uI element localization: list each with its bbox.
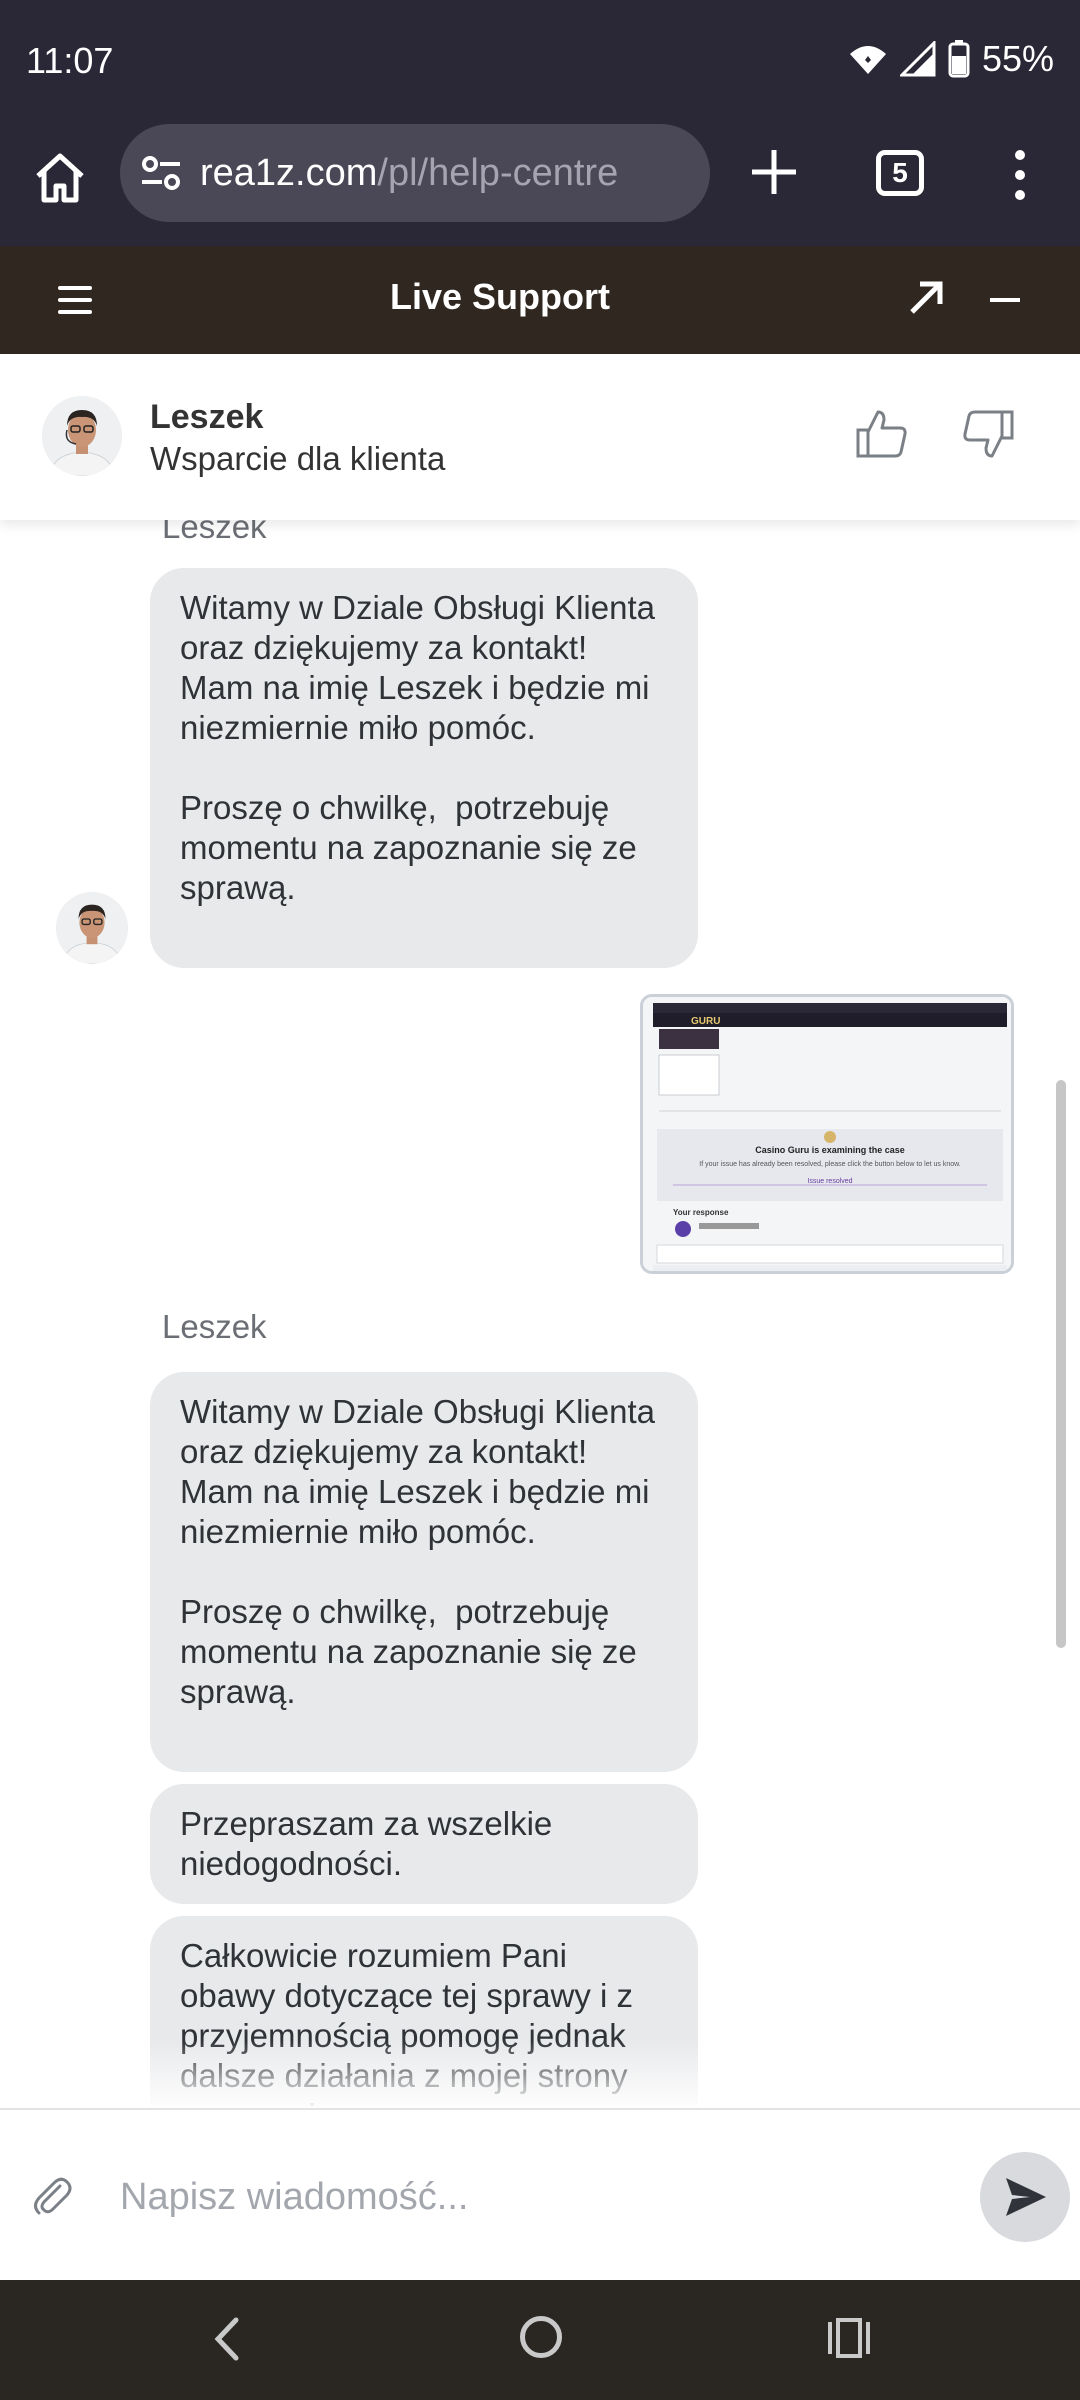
agent-message: Witamy w Dziale Obsługi Klienta oraz dzi… [150, 1372, 698, 1772]
site-settings-icon[interactable] [140, 152, 182, 194]
address-bar[interactable]: rea1z.com/pl/help-centre [120, 124, 710, 222]
battery-icon [948, 40, 970, 78]
agent-header: Leszek Wsparcie dla klienta [0, 354, 1080, 520]
battery-percent: 55% [981, 38, 1054, 79]
agent-message: Witamy w Dziale Obsługi Klienta oraz dzi… [150, 568, 698, 968]
system-nav-bar [0, 2280, 1080, 2400]
message-input[interactable] [120, 2162, 940, 2232]
agent-role: Wsparcie dla klienta [150, 440, 446, 477]
url-text: rea1z.com/pl/help-centre [200, 152, 618, 195]
new-tab-icon[interactable] [748, 146, 800, 198]
live-support-header: Live Support [0, 246, 1080, 354]
thumbs-down-icon[interactable] [960, 406, 1016, 462]
attach-icon[interactable] [30, 2174, 74, 2218]
status-bar: 11:07 55% [0, 0, 1080, 122]
home-icon[interactable] [30, 148, 90, 208]
message-composer [0, 2108, 1080, 2280]
send-button[interactable] [980, 2152, 1070, 2242]
agent-avatar [42, 396, 122, 476]
agent-message: Przepraszam za wszelkie niedogodności. [150, 1784, 698, 1904]
transcript-fade [0, 2040, 1080, 2108]
attachment-thumbnail[interactable]: GURU Casino Guru is examining the case I… [640, 994, 1014, 1274]
agent-avatar [56, 892, 128, 964]
status-icons: 55% [848, 38, 1054, 80]
message-sender: Leszek [162, 1308, 267, 1345]
widget-title: Live Support [389, 276, 610, 317]
agent-name: Leszek [150, 398, 264, 436]
thumb-brand: GURU [691, 1016, 720, 1027]
thumb-line-1: Casino Guru is examining the case [755, 1145, 905, 1155]
message-sender: Leszek [162, 520, 267, 545]
expand-icon[interactable] [904, 276, 948, 320]
minimize-icon[interactable] [990, 298, 1020, 302]
screen: 11:07 55% rea1z.com/pl/help-centre 5 Liv… [0, 0, 1080, 2400]
chat-transcript[interactable]: Leszek Witamy w Dziale Obsługi Klienta o… [0, 520, 1080, 2108]
home-nav-icon[interactable] [520, 2316, 562, 2358]
wifi-icon [849, 46, 886, 74]
tab-switcher-button[interactable]: 5 [876, 150, 924, 196]
more-menu-icon[interactable] [1000, 144, 1040, 204]
thumb-button: Issue resolved [807, 1178, 852, 1185]
signal-icon [899, 41, 936, 77]
url-host: rea1z.com [200, 152, 378, 194]
chat-scrollbar[interactable] [1056, 1080, 1066, 1648]
thumbs-up-icon[interactable] [854, 406, 910, 462]
url-path: /pl/help-centre [377, 152, 619, 194]
browser-toolbar: rea1z.com/pl/help-centre 5 [0, 122, 1080, 246]
back-icon[interactable] [206, 2314, 250, 2364]
thumb-line-2: If your issue has already been resolved,… [699, 1161, 961, 1168]
send-icon [1006, 2178, 1046, 2216]
status-time: 11:07 [26, 40, 114, 81]
recents-icon[interactable] [826, 2318, 872, 2358]
thumb-response-label: Your response [673, 1208, 729, 1217]
